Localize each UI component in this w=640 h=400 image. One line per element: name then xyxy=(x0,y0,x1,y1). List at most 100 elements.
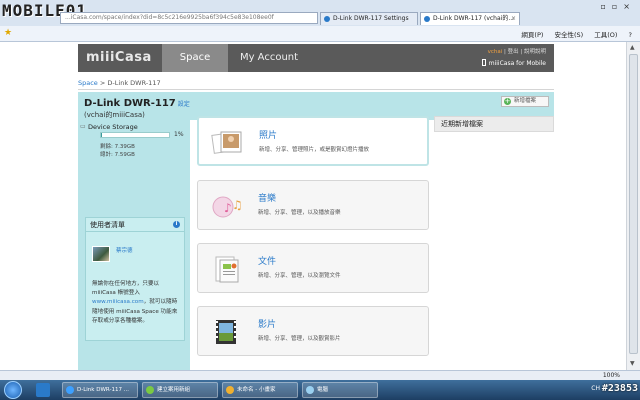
ie-favicon-icon xyxy=(324,16,330,22)
plus-icon: + xyxy=(504,97,511,105)
storage-label: Device Storage xyxy=(88,123,138,131)
photos-icon xyxy=(211,131,242,154)
scroll-up-icon[interactable]: ▲ xyxy=(630,44,635,51)
browser-chrome: MOBILE01 ...iCasa.com/space/index?did=8c… xyxy=(0,0,640,42)
mobile-link[interactable]: miiiCasa for Mobile xyxy=(481,59,546,67)
taskbar-item-ie[interactable]: D-Link DWR-117 ... xyxy=(62,382,138,398)
computer-icon xyxy=(306,386,314,394)
user-list-panel: 使用者清單 i 蔡宗德 無論你在任何地方，只要以miiiCasa 帳號登入 ww… xyxy=(85,217,185,341)
breadcrumb-current: D-Link DWR-117 xyxy=(107,79,161,87)
storage-used: 剩餘: 7.39GB xyxy=(100,144,135,150)
taskbar-item-computer[interactable]: 電腦 xyxy=(302,382,378,398)
status-bar: 100% xyxy=(0,370,640,380)
site-logo[interactable]: miiiCasa xyxy=(86,50,152,65)
help-link[interactable]: 說明說明 xyxy=(524,49,546,55)
vertical-scrollbar[interactable]: ▲ ▼ xyxy=(626,42,640,370)
mobile-label: miiiCasa for Mobile xyxy=(488,60,546,67)
tab-my-account[interactable]: My Account xyxy=(234,44,304,72)
desc-text-1: 無論你在任何地方，只要以miiiCasa 帳號登入 xyxy=(92,281,160,297)
taskbar-label: 建立案用新組 xyxy=(157,387,191,393)
scroll-down-icon[interactable]: ▼ xyxy=(630,360,635,367)
miiicasa-link[interactable]: www.miiicasa.com xyxy=(92,299,144,305)
tab-label: D-Link DWR-117 Settings xyxy=(333,15,409,22)
paint-icon xyxy=(226,386,234,394)
music-icon: ♪ ♫ xyxy=(212,196,243,218)
menu-help[interactable]: ? xyxy=(629,31,632,39)
taskbar-label: 未命名 - 小畫家 xyxy=(237,387,276,393)
menu-tools[interactable]: 工具(O) xyxy=(594,31,617,39)
video-icon xyxy=(216,320,236,344)
device-name: D-Link DWR-117 xyxy=(84,98,176,109)
storage-percent: 1% xyxy=(174,131,184,138)
taskbar-label: 電腦 xyxy=(317,387,329,393)
breadcrumb-space[interactable]: Space xyxy=(78,79,98,87)
add-file-button[interactable]: + 新增檔案 xyxy=(501,96,549,107)
scrollbar-thumb[interactable] xyxy=(629,54,638,354)
separator: | xyxy=(520,49,523,55)
storage-bar xyxy=(100,132,170,138)
card-videos[interactable]: 影片 新增、分享、管理，以及觀賞影片 xyxy=(197,306,429,356)
logout-link[interactable]: 登出 xyxy=(508,49,519,55)
separator: | xyxy=(504,49,506,55)
web-page: miiiCasa Space My Account vchai | 登出 | 說… xyxy=(0,42,626,370)
device-owner: (vchai的miiiCasa) xyxy=(84,111,145,119)
taskbar-label: D-Link DWR-117 ... xyxy=(77,387,129,393)
menu-page[interactable]: 網頁(P) xyxy=(521,31,543,39)
close-icon[interactable]: × xyxy=(511,13,516,25)
browser-tab-active[interactable]: D-Link DWR-117 (vchai的... × xyxy=(420,12,520,25)
taskbar-item-paint[interactable]: 未命名 - 小畫家 xyxy=(222,382,298,398)
svg-text:♫: ♫ xyxy=(232,198,243,212)
media-player-icon[interactable] xyxy=(36,383,50,397)
taskbar-item-connection[interactable]: 建立案用新組 xyxy=(142,382,218,398)
window-controls[interactable]: ▫▫× xyxy=(600,2,636,11)
settings-link[interactable]: 設定 xyxy=(178,101,190,108)
site-header: miiiCasa Space My Account vchai | 登出 | 說… xyxy=(78,44,554,72)
header-links: vchai | 登出 | 說明說明 xyxy=(488,47,546,55)
avatar[interactable] xyxy=(92,246,110,262)
svg-text:♪: ♪ xyxy=(224,201,232,215)
card-title: 音樂 xyxy=(258,194,277,204)
tab-label: D-Link DWR-117 (vchai的... xyxy=(433,15,515,22)
address-bar[interactable]: ...iCasa.com/space/index?did=8c5c216e992… xyxy=(60,12,318,24)
ie-favicon-icon xyxy=(424,16,430,22)
user-description: 無論你在任何地方，只要以miiiCasa 帳號登入 www.miiicasa.c… xyxy=(92,280,182,326)
user-name[interactable]: 蔡宗德 xyxy=(116,246,133,254)
breadcrumb-sep: > xyxy=(99,79,106,87)
user-list-title: 使用者清單 i xyxy=(86,218,184,232)
card-photos[interactable]: 照片 新增、分享、管理照片，或是觀賞幻燈片播放 xyxy=(197,116,429,166)
browser-tab[interactable]: D-Link DWR-117 Settings xyxy=(320,12,418,25)
documents-icon xyxy=(215,256,239,283)
user-list-title-text: 使用者清單 xyxy=(90,221,125,229)
card-desc: 新增、分享、管理照片，或是觀賞幻燈片播放 xyxy=(259,147,370,153)
favorites-star-icon[interactable]: ★ xyxy=(4,28,12,38)
card-music[interactable]: ♪ ♫ 音樂 新增、分享、管理，以及播放音樂 xyxy=(197,180,429,230)
card-desc: 新增、分享、管理，以及觀賞影片 xyxy=(258,336,341,342)
card-desc: 新增、分享、管理，以及播放音樂 xyxy=(258,210,341,216)
card-documents[interactable]: 文件 新增、分享、管理，以及瀏覽文件 xyxy=(197,243,429,293)
tab-space[interactable]: Space xyxy=(162,44,228,72)
language-indicator[interactable]: CH xyxy=(591,385,600,392)
breadcrumb: Space > D-Link DWR-117 xyxy=(78,79,161,87)
command-menu: 網頁(P) 安全性(S) 工具(O) ? xyxy=(512,29,632,39)
ie-icon xyxy=(66,386,74,394)
device-title: D-Link DWR-117 設定 xyxy=(84,98,190,109)
storage-bar-fill xyxy=(101,133,103,137)
address-row: MOBILE01 ...iCasa.com/space/index?did=8c… xyxy=(0,0,640,26)
taskbar: D-Link DWR-117 ... 建立案用新組 未命名 - 小畫家 電腦 C… xyxy=(0,380,640,400)
card-title: 文件 xyxy=(258,257,277,267)
storage-total: 總計: 7.59GB xyxy=(100,152,135,158)
watermark-id: #23853 xyxy=(601,383,638,394)
add-file-label: 新增檔案 xyxy=(514,98,537,104)
card-title: 影片 xyxy=(258,320,277,330)
sidebar: ▭ Device Storage 1% 剩餘: 7.39GB 總計: 7.59G… xyxy=(78,120,190,370)
menu-safety[interactable]: 安全性(S) xyxy=(554,31,583,39)
phone-icon xyxy=(481,59,486,66)
divider xyxy=(78,89,554,90)
card-title: 照片 xyxy=(259,131,278,141)
zoom-level[interactable]: 100% xyxy=(603,372,620,379)
info-icon[interactable]: i xyxy=(173,221,180,228)
network-icon xyxy=(146,386,154,394)
start-button[interactable] xyxy=(4,381,22,399)
drive-icon: ▭ xyxy=(80,123,86,130)
user-link[interactable]: vchai xyxy=(488,49,503,55)
